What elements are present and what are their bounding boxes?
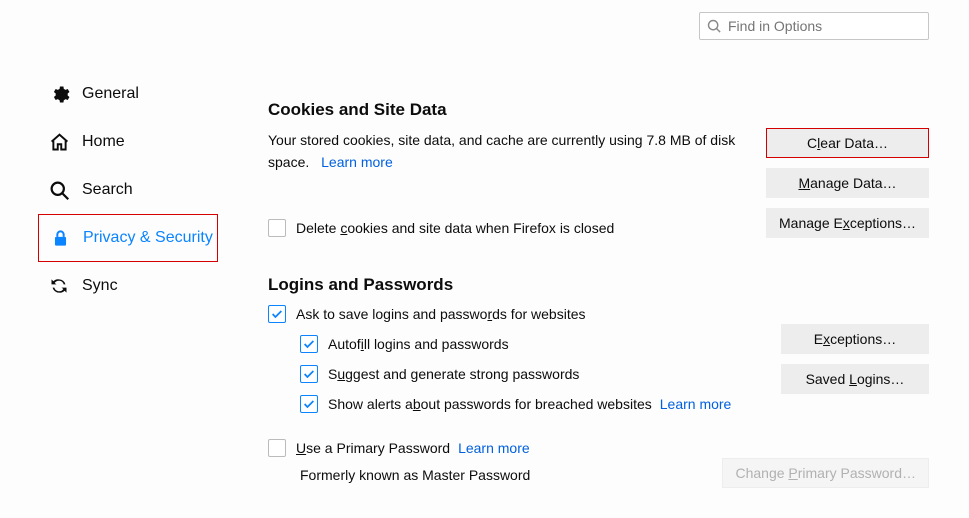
search-icon <box>707 19 721 33</box>
alerts-row: Show alerts about passwords for breached… <box>300 395 929 413</box>
primary-learn-more-link[interactable]: Learn more <box>458 440 530 456</box>
cookies-heading: Cookies and Site Data <box>268 100 929 120</box>
search-input[interactable] <box>699 12 929 40</box>
cookies-desc-prefix: Your stored cookies, site data, and cach… <box>268 132 646 148</box>
content-area: Cookies and Site Data Your stored cookie… <box>268 100 929 483</box>
sidebar-item-general[interactable]: General <box>38 70 218 118</box>
sidebar-item-home[interactable]: Home <box>38 118 218 166</box>
ask-save-checkbox[interactable] <box>268 305 286 323</box>
sidebar-label-privacy: Privacy & Security <box>83 229 213 247</box>
home-icon <box>48 131 70 153</box>
sidebar-label-home: Home <box>82 133 125 151</box>
manage-data-button[interactable]: Manage Data… <box>766 168 929 198</box>
logins-exceptions-button[interactable]: Exceptions… <box>781 324 929 354</box>
sidebar-item-search[interactable]: Search <box>38 166 218 214</box>
autofill-label: Autofill logins and passwords <box>328 336 509 352</box>
search-icon <box>48 179 70 201</box>
autofill-checkbox[interactable] <box>300 335 318 353</box>
suggest-label: Suggest and generate strong passwords <box>328 366 579 382</box>
alerts-checkbox[interactable] <box>300 395 318 413</box>
sidebar-item-privacy[interactable]: Privacy & Security <box>38 214 218 262</box>
sidebar-label-sync: Sync <box>82 277 118 295</box>
sidebar: General Home Search Privacy & Security S… <box>38 70 218 310</box>
ask-save-row: Ask to save logins and passwords for web… <box>268 305 929 323</box>
ask-save-label: Ask to save logins and passwords for web… <box>296 306 586 322</box>
primary-password-row: Use a Primary Password Learn more <box>268 439 929 457</box>
alerts-label: Show alerts about passwords for breached… <box>328 396 652 412</box>
delete-on-close-label: Delete cookies and site data when Firefo… <box>296 220 614 236</box>
cookies-size: 7.8 MB <box>646 132 690 148</box>
search-box[interactable] <box>699 12 929 40</box>
change-primary-password-button: Change Primary Password… <box>722 458 929 488</box>
alerts-learn-more-link[interactable]: Learn more <box>660 396 732 412</box>
sidebar-item-sync[interactable]: Sync <box>38 262 218 310</box>
primary-password-label: Use a Primary Password <box>296 440 450 456</box>
cookies-description: Your stored cookies, site data, and cach… <box>268 130 758 173</box>
sidebar-label-general: General <box>82 85 139 103</box>
cookies-button-column: Clear Data… Manage Data… Manage Exceptio… <box>766 128 929 238</box>
change-primary-wrap: Change Primary Password… <box>722 458 929 488</box>
sync-icon <box>48 275 70 297</box>
lock-icon <box>49 227 71 249</box>
saved-logins-button[interactable]: Saved Logins… <box>781 364 929 394</box>
cookies-learn-more-link[interactable]: Learn more <box>321 154 393 170</box>
logins-heading: Logins and Passwords <box>268 275 929 295</box>
primary-password-checkbox[interactable] <box>268 439 286 457</box>
clear-data-button[interactable]: Clear Data… <box>766 128 929 158</box>
sidebar-label-search: Search <box>82 181 133 199</box>
logins-button-column: Exceptions… Saved Logins… <box>781 324 929 394</box>
manage-exceptions-button[interactable]: Manage Exceptions… <box>766 208 929 238</box>
gear-icon <box>48 83 70 105</box>
delete-on-close-checkbox[interactable] <box>268 219 286 237</box>
suggest-checkbox[interactable] <box>300 365 318 383</box>
